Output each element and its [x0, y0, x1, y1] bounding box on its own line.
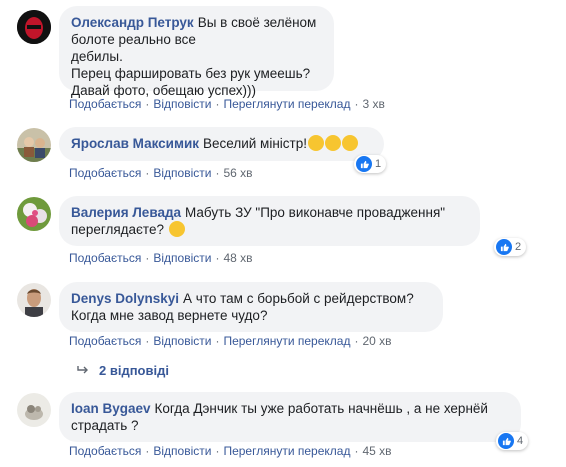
comment-author[interactable]: Ioan Bygaev [71, 401, 151, 416]
comment-time[interactable]: 56 хв [223, 166, 252, 180]
reaction-count: 1 [375, 158, 382, 170]
reply-link[interactable]: Відповісти [153, 334, 211, 348]
comment-time[interactable]: 48 хв [223, 251, 252, 265]
reaction-count: 4 [517, 435, 524, 447]
comment-actions: Подобається · Відповісти · Переглянути перек… [69, 334, 392, 348]
like-icon [498, 433, 514, 449]
like-link[interactable]: Подобається [69, 97, 141, 111]
reply-link[interactable]: Відповісти [153, 166, 211, 180]
reply-link[interactable]: Відповісти [153, 444, 211, 458]
comment-bubble: Валерия Левада Мабуть ЗУ "Про виконавче п… [59, 196, 480, 246]
comment-author[interactable]: Олександр Петрук [71, 15, 194, 30]
reaction-count: 2 [515, 241, 522, 253]
replies-count-label[interactable]: 2 відповіді [99, 363, 169, 378]
reaction-badge[interactable]: 1 [354, 155, 387, 173]
like-icon [356, 156, 372, 172]
comment-actions: Подобається · Відповісти · 56 хв [69, 166, 253, 180]
view-replies-link[interactable]: 2 відповіді [77, 363, 169, 378]
comment-text: Веселий міністр! [203, 136, 307, 151]
comment-time[interactable]: 3 хв [362, 97, 384, 111]
comment-bubble: Олександр Петрук Вы в своё зелёном болоте… [59, 6, 334, 98]
like-link[interactable]: Подобається [69, 444, 141, 458]
comment-author[interactable]: Валерия Левада [71, 205, 181, 220]
winking-emoji-icon [168, 221, 185, 237]
reply-link[interactable]: Відповісти [153, 251, 211, 265]
avatar[interactable] [17, 393, 51, 427]
avatar[interactable] [17, 128, 51, 162]
reaction-badge[interactable]: 2 [494, 238, 527, 256]
comment-time[interactable]: 45 хв [362, 444, 391, 458]
avatar[interactable] [17, 10, 51, 44]
like-link[interactable]: Подобається [69, 166, 141, 180]
reaction-badge[interactable]: 4 [496, 432, 529, 450]
laughing-emoji-icon [307, 135, 324, 151]
comment-actions: Подобається · Відповісти · 48 хв [69, 251, 253, 265]
avatar[interactable] [17, 283, 51, 317]
translate-link[interactable]: Переглянути переклад [223, 97, 350, 111]
translate-link[interactable]: Переглянути переклад [223, 334, 350, 348]
comment-bubble: Ioan Bygaev Когда Дэнчик ты уже работать … [59, 392, 521, 442]
comment-author[interactable]: Ярослав Максимик [71, 136, 199, 151]
like-link[interactable]: Подобається [69, 334, 141, 348]
translate-link[interactable]: Переглянути переклад [223, 444, 350, 458]
laughing-emoji-icon [324, 135, 341, 151]
reply-link[interactable]: Відповісти [153, 97, 211, 111]
like-icon [496, 239, 512, 255]
comment-bubble: Ярослав Максимик Веселий міністр! [59, 127, 384, 161]
comment-bubble: Denys Dolynskyi А что там с борьбой с рей… [59, 282, 443, 332]
comment-actions: Подобається · Відповісти · Переглянути перек… [69, 444, 392, 458]
like-link[interactable]: Подобається [69, 251, 141, 265]
laughing-emoji-icon [341, 135, 358, 151]
comment-author[interactable]: Denys Dolynskyi [71, 291, 179, 306]
comment-actions: Подобається · Відповісти · Переглянути перек… [69, 97, 385, 111]
avatar[interactable] [17, 197, 51, 231]
comment-time[interactable]: 20 хв [362, 334, 391, 348]
reply-arrow-icon [77, 363, 89, 378]
